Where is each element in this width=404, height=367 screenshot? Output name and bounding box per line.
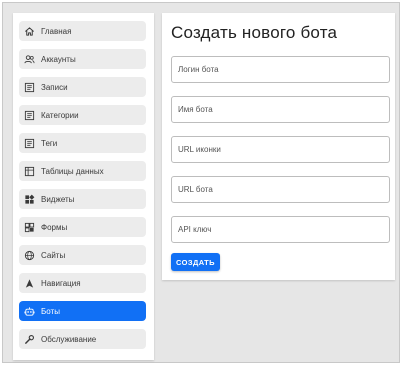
sidebar-item-label: Обслуживание <box>41 334 97 344</box>
sidebar-item-widgets[interactable]: Виджеты <box>19 189 146 209</box>
sidebar-item-label: Теги <box>41 138 58 148</box>
bot-icon <box>24 306 35 317</box>
bot-name-input[interactable] <box>171 96 390 123</box>
sidebar-item-tags[interactable]: Теги <box>19 133 146 153</box>
widgets-icon <box>24 194 35 205</box>
sidebar-item-navigation[interactable]: Навигация <box>19 273 146 293</box>
sidebar-item-forms[interactable]: Формы <box>19 217 146 237</box>
create-bot-panel: Создать нового бота СОЗДАТЬ <box>162 13 395 280</box>
table-icon <box>24 166 35 177</box>
bot-login-input[interactable] <box>171 56 390 83</box>
sidebar-item-label: Навигация <box>41 278 81 288</box>
tags-icon <box>24 138 35 149</box>
api-key-input[interactable] <box>171 216 390 243</box>
sidebar-item-data-tables[interactable]: Таблицы данных <box>19 161 146 181</box>
sidebar-item-label: Боты <box>41 306 60 316</box>
globe-icon <box>24 250 35 261</box>
posts-icon <box>24 82 35 93</box>
sidebar-item-categories[interactable]: Категории <box>19 105 146 125</box>
bot-url-input[interactable] <box>171 176 390 203</box>
sidebar-item-sites[interactable]: Сайты <box>19 245 146 265</box>
sidebar-item-label: Главная <box>41 26 72 36</box>
create-button[interactable]: СОЗДАТЬ <box>171 253 220 271</box>
forms-icon <box>24 222 35 233</box>
categories-icon <box>24 110 35 121</box>
users-icon <box>24 54 35 65</box>
sidebar-item-label: Сайты <box>41 250 66 260</box>
app-frame: Главная Аккаунты Записи Категории Теги Т… <box>2 2 400 363</box>
page-title: Создать нового бота <box>171 23 338 42</box>
sidebar-item-label: Категории <box>41 110 79 120</box>
navigation-icon <box>24 278 35 289</box>
sidebar-item-label: Таблицы данных <box>41 166 104 176</box>
sidebar-item-label: Записи <box>41 82 68 92</box>
home-icon <box>24 26 35 37</box>
sidebar-item-label: Виджеты <box>41 194 75 204</box>
sidebar-item-label: Формы <box>41 222 68 232</box>
sidebar-item-bots[interactable]: Боты <box>19 301 146 321</box>
sidebar-item-maintenance[interactable]: Обслуживание <box>19 329 146 349</box>
wrench-icon <box>24 334 35 345</box>
sidebar: Главная Аккаунты Записи Категории Теги Т… <box>13 13 154 360</box>
sidebar-item-home[interactable]: Главная <box>19 21 146 41</box>
sidebar-item-accounts[interactable]: Аккаунты <box>19 49 146 69</box>
icon-url-input[interactable] <box>171 136 390 163</box>
sidebar-item-label: Аккаунты <box>41 54 76 64</box>
sidebar-item-posts[interactable]: Записи <box>19 77 146 97</box>
